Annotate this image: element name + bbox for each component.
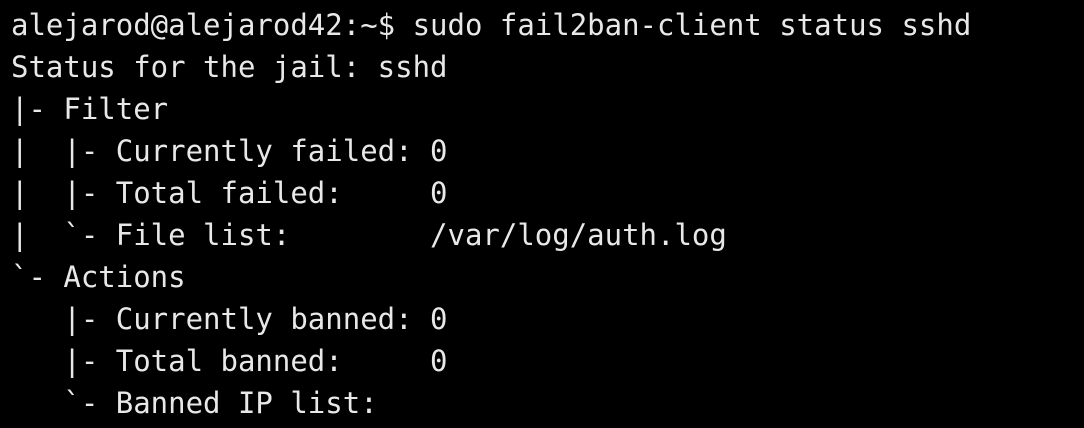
output-currently-failed: | |- Currently failed: 0	[11, 134, 448, 168]
output-filter-header: |- Filter	[11, 92, 169, 126]
output-jail-status: Status for the jail: sshd	[11, 50, 448, 84]
prompt-line: alejarod@alejarod42:~$ sudo fail2ban-cli…	[11, 4, 1084, 46]
shell-prompt: alejarod@alejarod42:~$	[11, 8, 396, 42]
terminal-window[interactable]: alejarod@alejarod42:~$ sudo fail2ban-cli…	[0, 0, 1084, 428]
output-total-banned: |- Total banned: 0	[11, 344, 448, 378]
output-file-list: | `- File list: /var/log/auth.log	[11, 218, 727, 252]
output-total-failed: | |- Total failed: 0	[11, 176, 448, 210]
output-actions-header: `- Actions	[11, 260, 186, 294]
output-banned-ip-list: `- Banned IP list:	[11, 386, 378, 420]
command-text: sudo fail2ban-client status sshd	[412, 8, 972, 42]
output-currently-banned: |- Currently banned: 0	[11, 302, 448, 336]
